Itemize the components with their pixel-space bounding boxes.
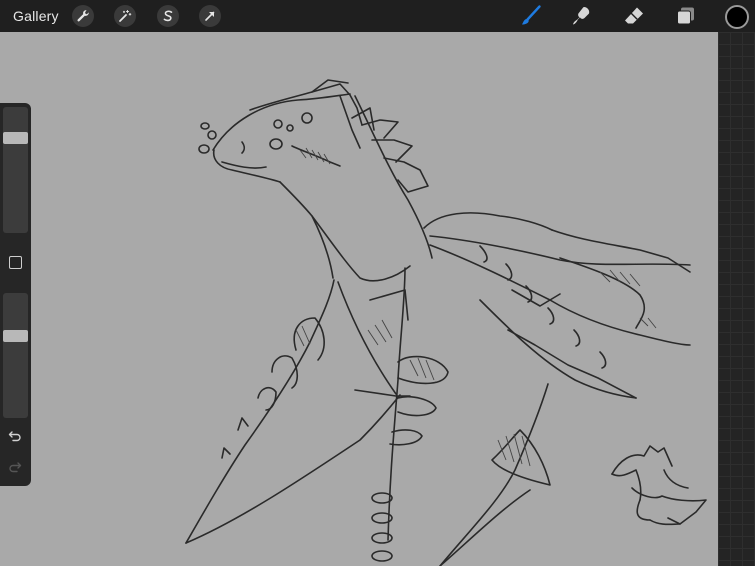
undo-button[interactable] [5, 427, 25, 445]
left-sidebar [0, 103, 31, 486]
smudge-tool[interactable] [570, 4, 594, 28]
actions-button[interactable] [72, 5, 94, 27]
magic-wand-icon [118, 9, 132, 23]
eraser-icon [622, 4, 646, 28]
transform-arrow-icon [203, 9, 217, 23]
wrench-icon [76, 9, 90, 23]
opacity-thumb[interactable] [3, 330, 28, 342]
layers-button[interactable] [674, 4, 698, 28]
selection-s-icon [161, 9, 175, 23]
opacity-slider[interactable] [3, 293, 28, 418]
undo-icon [8, 430, 22, 442]
eraser-tool[interactable] [622, 4, 646, 28]
layers-icon [674, 4, 698, 28]
selection-button[interactable] [157, 5, 179, 27]
redo-icon [8, 461, 22, 473]
top-toolbar: Gallery [0, 0, 755, 32]
canvas-overflow-area [718, 32, 755, 566]
sketch-hatching [295, 147, 657, 467]
adjustments-button[interactable] [114, 5, 136, 27]
color-picker-button[interactable] [725, 5, 749, 29]
brush-icon [519, 4, 543, 28]
drawing-canvas[interactable] [0, 32, 718, 566]
redo-button[interactable] [5, 458, 25, 476]
brush-size-thumb[interactable] [3, 132, 28, 144]
modify-button[interactable] [9, 256, 22, 269]
brush-size-slider[interactable] [3, 107, 28, 233]
transform-button[interactable] [199, 5, 221, 27]
gallery-button[interactable]: Gallery [13, 8, 59, 24]
smudge-icon [570, 4, 594, 28]
brush-tool[interactable] [519, 4, 543, 28]
